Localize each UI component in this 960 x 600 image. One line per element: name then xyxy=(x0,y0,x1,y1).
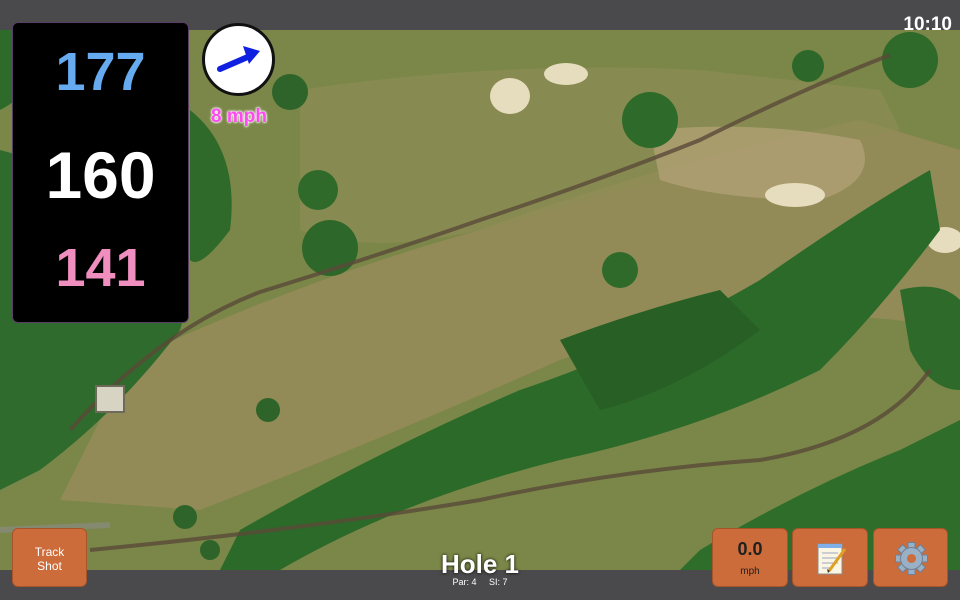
yardage-panel: 177 160 141 xyxy=(12,22,189,323)
wind-arrow-icon xyxy=(217,46,260,72)
track-shot-button[interactable]: Track Shot xyxy=(12,528,87,587)
gear-icon xyxy=(895,542,928,575)
wind-speed: 8 mph xyxy=(211,106,267,127)
speed-unit: mph xyxy=(740,566,760,577)
front-yardage: 141 xyxy=(55,238,146,298)
hole-par: Par: 4 xyxy=(452,577,477,587)
back-yardage: 177 xyxy=(55,42,146,102)
speed-value: 0.0 xyxy=(737,539,763,559)
speed-button[interactable]: 0.0 mph xyxy=(712,528,788,587)
track-shot-label-line2: Shot xyxy=(37,559,62,573)
center-yardage: 160 xyxy=(45,138,156,212)
clock-time: 10:10 xyxy=(903,14,952,35)
hole-info: Par: 4 SI: 7 xyxy=(380,577,580,587)
track-shot-label-line1: Track xyxy=(34,545,65,559)
wind-indicator xyxy=(202,23,275,96)
hole-stroke-index: SI: 7 xyxy=(489,577,508,587)
settings-button[interactable] xyxy=(873,528,948,587)
hole-title: Hole 1 xyxy=(440,549,520,579)
notes-button[interactable] xyxy=(792,528,868,587)
notepad-icon xyxy=(817,543,847,575)
